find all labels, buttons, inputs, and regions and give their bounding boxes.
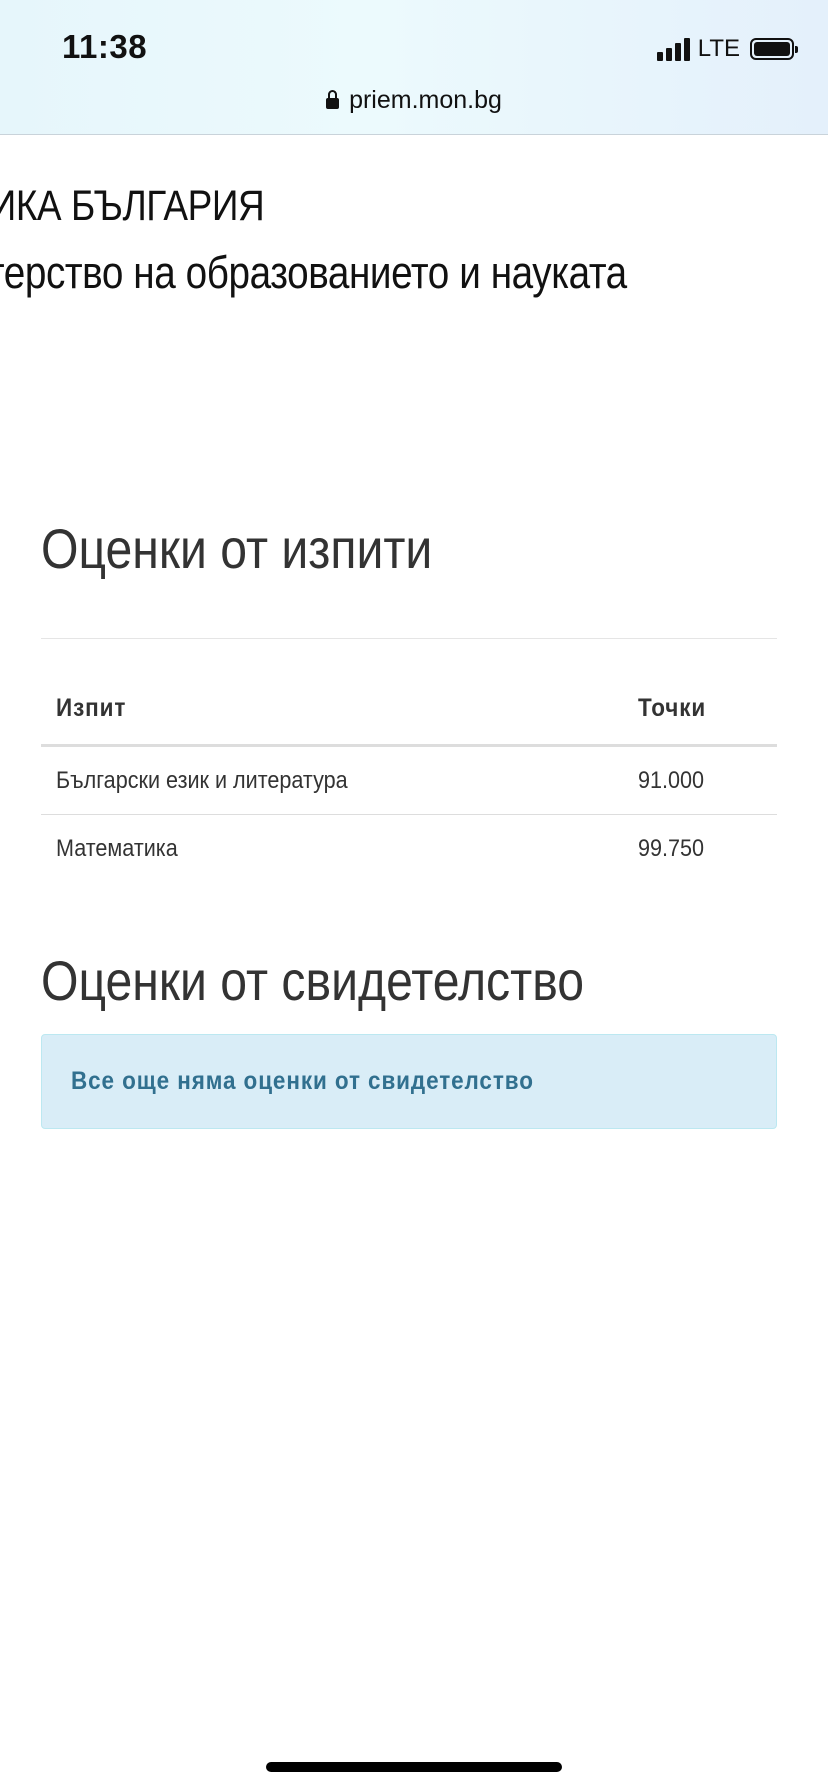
header-ministry: стерство на образованието и науката: [0, 247, 627, 298]
signal-icon: [656, 37, 690, 61]
table-row: Математика 99.750: [41, 814, 777, 882]
column-header-exam: Изпит: [41, 672, 623, 747]
address-url: priem.mon.bg: [349, 86, 502, 114]
page-header: БЛИКА БЪЛГАРИЯ стерство на образованието…: [0, 134, 828, 334]
column-header-points: Точки: [623, 672, 777, 747]
status-indicators: LTE: [656, 34, 798, 64]
battery-icon: [750, 38, 798, 60]
status-time: 11:38: [62, 28, 148, 65]
browser-chrome: 11:38 LTE priem.mon.bg: [0, 0, 828, 135]
exams-title: Оценки от изпити: [41, 517, 433, 580]
exam-name-cell: Български език и литература: [56, 766, 348, 794]
info-alert-text: Все още няма оценки от свидетелство: [71, 1067, 534, 1095]
home-indicator[interactable]: [266, 1762, 562, 1772]
header-country: БЛИКА БЪЛГАРИЯ: [0, 182, 265, 230]
exam-points-cell: 91.000: [638, 766, 705, 794]
lock-icon: [326, 90, 340, 109]
exams-table: Изпит Точки Български език и литература …: [41, 672, 777, 882]
network-label: LTE: [697, 35, 740, 62]
exam-name-cell: Математика: [41, 814, 623, 882]
info-alert: Все още няма оценки от свидетелство: [41, 1034, 777, 1129]
table-header-row: Изпит Точки: [41, 672, 777, 747]
certificate-title: Оценки от свидетелство: [41, 949, 585, 1012]
divider: [41, 638, 777, 639]
table-row: Български език и литература 91.000: [41, 746, 777, 815]
address-bar[interactable]: priem.mon.bg: [0, 86, 828, 115]
exam-points-cell: 99.750: [623, 814, 777, 882]
